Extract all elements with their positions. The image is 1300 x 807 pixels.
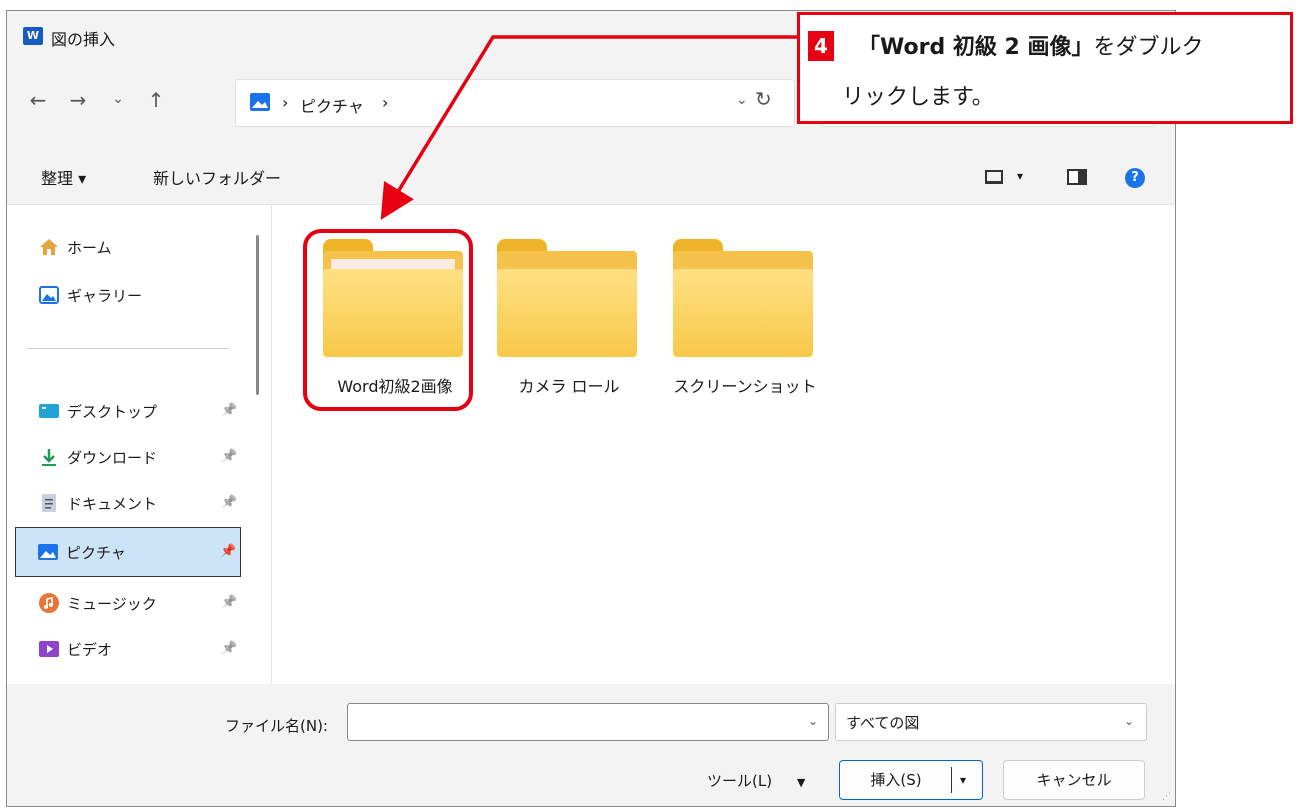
folder-item[interactable]: スクリーンショット [663,235,817,396]
up-arrow-icon[interactable]: ↑ [143,88,169,112]
folder-item[interactable]: カメラ ロール [487,235,637,396]
folder-name: カメラ ロール [518,377,620,396]
view-mode-icon[interactable] [985,170,1003,184]
callout-line-2: リックします。 [842,85,994,110]
folder-name: スクリーンショット [673,377,817,396]
address-bar[interactable]: › ピクチャ › ⌄ [235,79,795,127]
document-icon [42,494,56,512]
pin-icon[interactable]: 📌 [221,641,237,656]
sidebar-item-desktop[interactable]: デスクトップ 📌 [17,389,239,433]
tools-menu-button[interactable]: ツール(L) ▼ [707,770,805,791]
pin-icon[interactable]: 📌 [221,595,237,610]
preview-pane-icon[interactable] [1067,169,1087,185]
music-icon [39,593,59,613]
callout-target-name: 「Word 初級 2 画像」 [858,35,1094,60]
recent-locations-icon[interactable]: ⌄ [105,91,131,107]
sidebar-item-music[interactable]: ミュージック 📌 [17,581,239,625]
insert-button[interactable]: 挿入(S) ▾ [839,760,983,800]
chevron-down-icon[interactable]: ⌄ [808,714,818,728]
sidebar-item-label: デスクトップ [67,403,158,421]
resize-grip-icon[interactable]: ⋰ [1162,792,1171,802]
breadcrumb-separator: › [282,93,289,112]
home-icon [40,239,58,255]
pin-icon[interactable]: 📌 [221,403,237,418]
address-dropdown-icon[interactable]: ⌄ [736,92,748,108]
desktop-icon [39,404,59,418]
sidebar-item-label: ダウンロード [67,449,158,467]
gallery-icon [39,286,59,304]
sidebar-item-label: ビデオ [67,641,113,659]
chevron-down-icon: ⌄ [1123,714,1134,728]
navigation-pane: ホーム ギャラリー デスクトップ 📌 ダウンロード 📌 ドキュメント 📌 ピクチ… [7,205,271,685]
step-number-badge: 4 [808,31,834,61]
view-dropdown-icon[interactable]: ▾ [1017,169,1023,183]
insert-label: 挿入(S) [870,771,922,789]
tools-arrow-icon: ▼ [796,776,806,789]
sidebar-item-home[interactable]: ホーム [17,225,239,269]
back-arrow-icon[interactable]: ← [25,88,51,112]
callout-line-1-rest: をダブルク [1093,35,1204,60]
insert-picture-dialog: W 図の挿入 ← → ⌄ ↑ › ピクチャ › ⌄ ↻ 整理 ▾ 新しいフォルダ… [6,10,1176,807]
tools-label: ツール(L) [707,772,773,790]
browser-area: ホーム ギャラリー デスクトップ 📌 ダウンロード 📌 ドキュメント 📌 ピクチ… [7,204,1175,685]
organize-menu-button[interactable]: 整理 ▾ [41,165,86,189]
highlight-circle [303,229,473,411]
sidebar-divider [27,348,229,349]
help-icon[interactable]: ? [1125,168,1145,188]
refresh-icon[interactable]: ↻ [755,87,772,111]
sidebar-item-label: ピクチャ [66,544,126,562]
filename-label: ファイル名(N): [225,717,328,735]
sidebar-item-label: ミュージック [67,595,157,613]
download-icon [42,449,56,466]
pictures-icon [38,544,58,560]
filetype-select[interactable]: すべての図 ⌄ [835,703,1147,741]
filename-input[interactable]: ⌄ [347,703,829,741]
pin-icon[interactable]: 📌 [221,449,237,464]
sidebar-item-gallery[interactable]: ギャラリー [17,273,239,317]
instruction-callout: 4 「Word 初級 2 画像」をダブルク リックします。 [797,12,1293,124]
forward-arrow-icon[interactable]: → [65,88,91,112]
sidebar-scrollbar[interactable] [256,235,259,395]
sidebar-item-label: ホーム [67,239,112,257]
sidebar-item-pictures[interactable]: ピクチャ 📌 [15,527,241,577]
video-icon [39,641,59,657]
pane-divider[interactable] [271,205,272,685]
breadcrumb-pictures[interactable]: ピクチャ [300,93,364,117]
callout-line-1: 「Word 初級 2 画像」をダブルク [858,29,1204,61]
sidebar-item-downloads[interactable]: ダウンロード 📌 [17,435,239,479]
insert-split-dropdown-icon[interactable]: ▾ [951,767,974,793]
pictures-icon [250,93,270,111]
filetype-value: すべての図 [846,714,920,732]
sidebar-item-label: ドキュメント [67,495,158,513]
new-folder-button[interactable]: 新しいフォルダー [153,165,281,189]
sidebar-item-videos[interactable]: ビデオ 📌 [17,627,239,671]
command-bar: 整理 ▾ 新しいフォルダー ▾ ? [7,151,1175,203]
pin-icon[interactable]: 📌 [220,544,236,559]
pin-icon[interactable]: 📌 [221,495,237,510]
dialog-footer: ファイル名(N): ⌄ すべての図 ⌄ ツール(L) ▼ 挿入(S) ▾ キャン… [7,684,1175,806]
sidebar-item-documents[interactable]: ドキュメント 📌 [17,481,239,525]
breadcrumb-separator[interactable]: › [382,93,388,112]
window-title: 図の挿入 [51,30,116,49]
file-list: Word初級2画像 カメラ ロール スクリーンショット [277,205,1175,685]
cancel-button[interactable]: キャンセル [1003,760,1145,800]
sidebar-item-label: ギャラリー [67,287,143,305]
word-app-icon: W [23,27,46,45]
